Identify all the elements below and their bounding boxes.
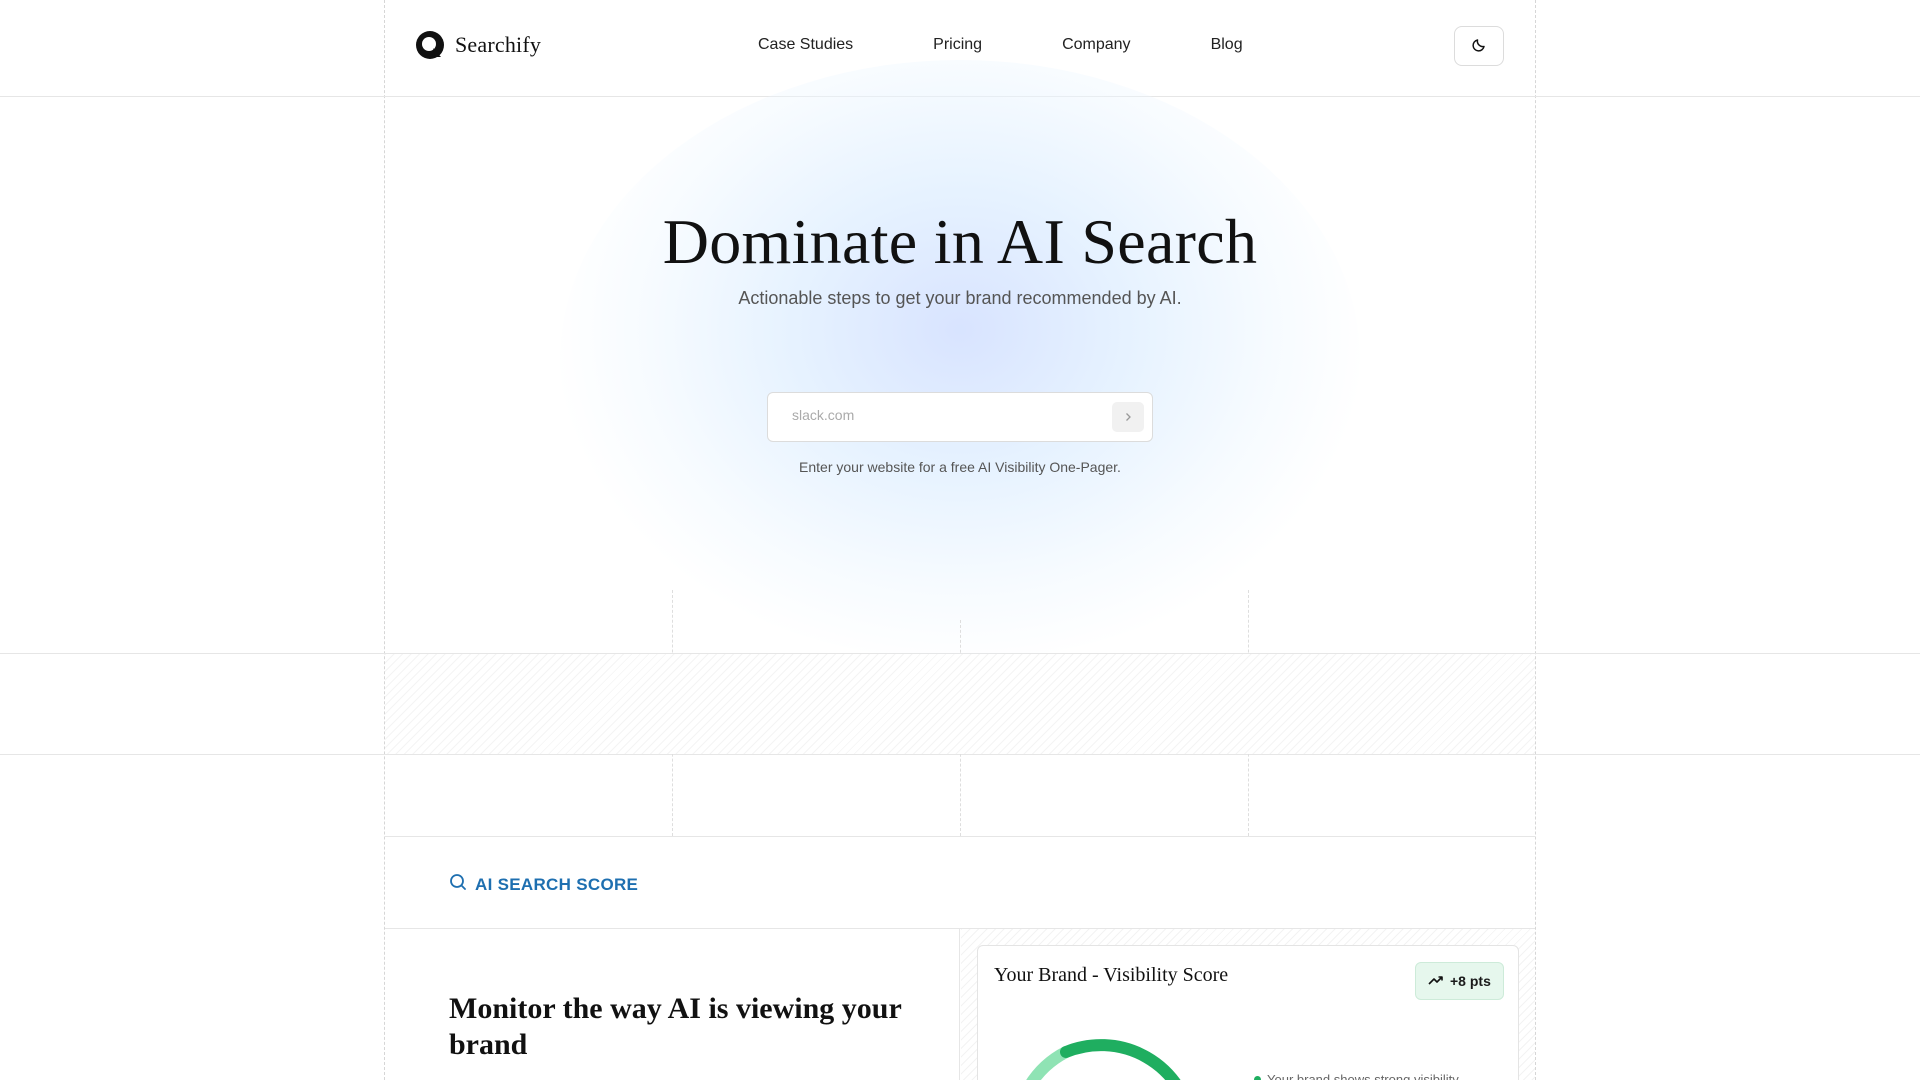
nav-item-pricing[interactable]: Pricing [933,36,982,54]
search-icon [449,873,467,896]
logo-link[interactable]: Searchify [415,30,541,60]
nav-item-company[interactable]: Company [1062,36,1130,54]
nav-item-blog[interactable]: Blog [1211,36,1243,54]
section-title: Monitor the way AI is viewing your brand [449,992,902,1061]
section-content-right: Your Brand - Visibility Score +8 pts You… [961,929,1535,1080]
section-label-text: AI SEARCH SCORE [475,874,639,894]
trending-up-icon [1428,973,1444,989]
website-search-box [767,392,1153,442]
score-card-title: Your Brand - Visibility Score [994,964,1229,986]
brand-name: Searchify [455,32,542,57]
nav-item-case-studies[interactable]: Case Studies [758,36,853,54]
section-header: AI SEARCH SCORE [385,836,1535,929]
score-legend-item: Your brand shows strong visibility [1254,1072,1459,1080]
visibility-gauge [1026,1039,1181,1080]
hero-title: Dominate in AI Search [662,206,1258,277]
hero-subtitle: Actionable steps to get your brand recom… [738,288,1182,308]
hero-glow-background [560,60,1360,660]
score-legend-text: Your brand shows strong visibility [1267,1072,1459,1080]
decorative-striped-band [385,654,1535,754]
score-change-text: +8 pts [1450,973,1491,989]
visibility-score-card: Your Brand - Visibility Score +8 pts You… [977,945,1519,1080]
theme-toggle-button[interactable] [1454,26,1504,66]
score-change-badge: +8 pts [1415,962,1504,1000]
legend-dot [1254,1076,1261,1080]
moon-icon [1471,37,1487,56]
section-label: AI SEARCH SCORE [449,873,638,896]
main-nav: Case Studies Pricing Company Blog [758,36,1243,54]
website-input[interactable] [792,407,1092,423]
submit-button[interactable] [1112,402,1144,432]
site-header: Searchify Case Studies Pricing Company B… [384,0,1536,96]
chevron-right-icon [1123,410,1133,425]
section-content-left: Monitor the way AI is viewing your brand [385,929,960,1080]
hero-hint: Enter your website for a free AI Visibil… [799,459,1121,475]
searchify-logo-icon [415,30,445,60]
frame-right-border [1535,0,1536,1080]
